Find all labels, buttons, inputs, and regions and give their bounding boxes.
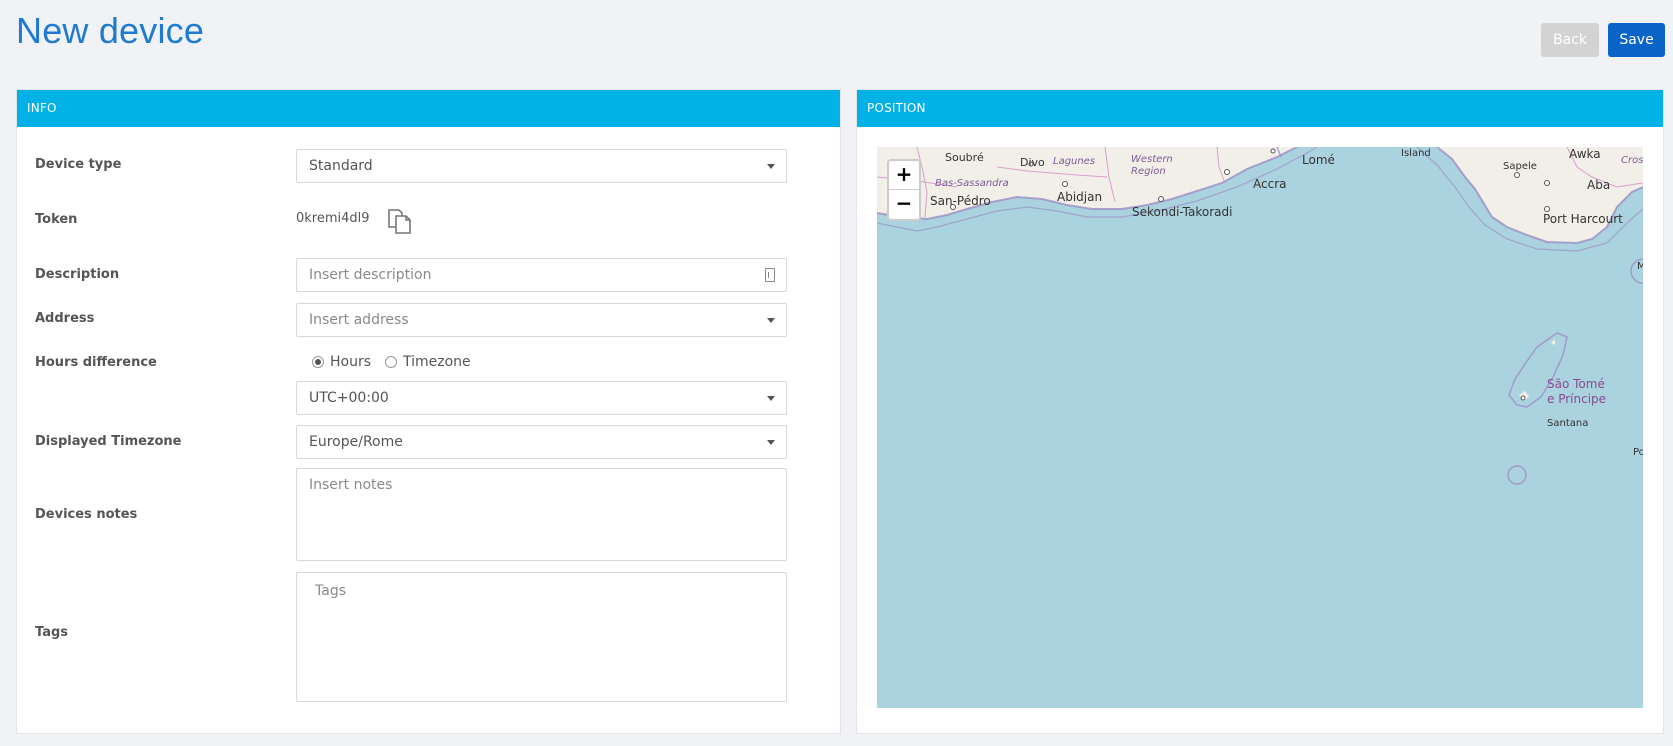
map-label-m: M	[1637, 261, 1643, 272]
tags-label: Tags	[35, 625, 69, 640]
timezone-radio[interactable]: Timezone	[385, 354, 471, 370]
map-label-sekondi-takoradi: Sekondi-Takoradi	[1132, 205, 1233, 219]
map-label-western-region: Western Region	[1131, 154, 1173, 177]
copy-icon[interactable]	[386, 207, 414, 235]
position-panel-title: POSITION	[857, 90, 1663, 127]
map-label-lagunes: Lagunes	[1053, 156, 1096, 167]
address-select[interactable]: Insert address	[296, 303, 787, 337]
displayed-timezone-label: Displayed Timezone	[35, 434, 182, 449]
device-type-label: Device type	[35, 157, 122, 172]
info-panel-title: INFO	[17, 90, 840, 127]
zoom-out-button[interactable]: −	[889, 190, 919, 219]
map-label-sapele: Sapele	[1503, 161, 1537, 172]
map-label-cross: Cross	[1621, 155, 1643, 166]
chevron-down-icon	[767, 440, 775, 445]
back-button[interactable]: Back	[1541, 23, 1599, 57]
save-button[interactable]: Save	[1608, 23, 1665, 57]
map-label-bas-sassandra: Bas-Sassandra	[935, 178, 1009, 189]
map-label-awka: Awka	[1569, 147, 1601, 161]
hours-difference-label: Hours difference	[35, 355, 157, 370]
map-view[interactable]: Soubré Divo Lagunes Western Region Lomé …	[877, 147, 1643, 708]
displayed-timezone-select[interactable]: Europe/Rome	[296, 425, 787, 459]
chevron-down-icon	[767, 396, 775, 401]
utc-offset-value: UTC+00:00	[309, 390, 389, 406]
device-type-select[interactable]: Standard	[296, 149, 787, 183]
notes-placeholder: Insert notes	[309, 477, 393, 493]
devices-notes-textarea[interactable]: Insert notes	[296, 468, 787, 561]
token-label: Token	[35, 212, 78, 227]
device-type-value: Standard	[309, 158, 373, 174]
zoom-in-button[interactable]: +	[889, 161, 919, 190]
position-panel: POSITION Soubré Divo Lagunes Western Reg…	[856, 89, 1664, 734]
address-label: Address	[35, 311, 95, 326]
tags-placeholder: Tags	[315, 583, 346, 599]
description-placeholder: Insert description	[309, 267, 432, 283]
map-label-port-harcourt: Port Harcourt	[1543, 212, 1623, 226]
description-input[interactable]: Insert description	[296, 258, 787, 292]
chevron-down-icon	[767, 164, 775, 169]
map-label-sao-tome: São Tomé e Príncipe	[1547, 377, 1607, 406]
map-label-abidjan: Abidjan	[1057, 190, 1103, 204]
address-placeholder: Insert address	[309, 312, 409, 328]
map-label-po: Po	[1633, 447, 1643, 458]
radio-unchecked-icon	[385, 356, 397, 368]
displayed-timezone-value: Europe/Rome	[309, 434, 403, 450]
map-label-lome: Lomé	[1302, 153, 1335, 167]
map-zoom-control: + −	[887, 159, 921, 221]
map-label-san-pedro: San-Pédro	[930, 194, 991, 208]
map-coastline	[877, 147, 1643, 485]
tags-input[interactable]: Tags	[296, 572, 787, 702]
map-label-soubre: Soubré	[945, 151, 984, 164]
map-label-accra: Accra	[1253, 177, 1287, 191]
token-value: 0kremi4dl9	[296, 211, 370, 226]
description-label: Description	[35, 267, 120, 282]
map-label-santana: Santana	[1547, 418, 1589, 429]
chevron-down-icon	[767, 318, 775, 323]
hours-radio-label: Hours	[330, 354, 372, 370]
map-label-divo: Divo	[1020, 156, 1045, 169]
map-label-island: Island	[1401, 148, 1431, 159]
utc-offset-select[interactable]: UTC+00:00	[296, 381, 787, 415]
page-title: New device	[16, 10, 205, 51]
hours-radio[interactable]: Hours	[312, 354, 371, 370]
map-label-aba: Aba	[1587, 178, 1611, 192]
radio-checked-icon	[312, 356, 324, 368]
devices-notes-label: Devices notes	[35, 507, 138, 522]
timezone-radio-label: Timezone	[403, 354, 471, 370]
contact-card-icon	[765, 268, 775, 282]
